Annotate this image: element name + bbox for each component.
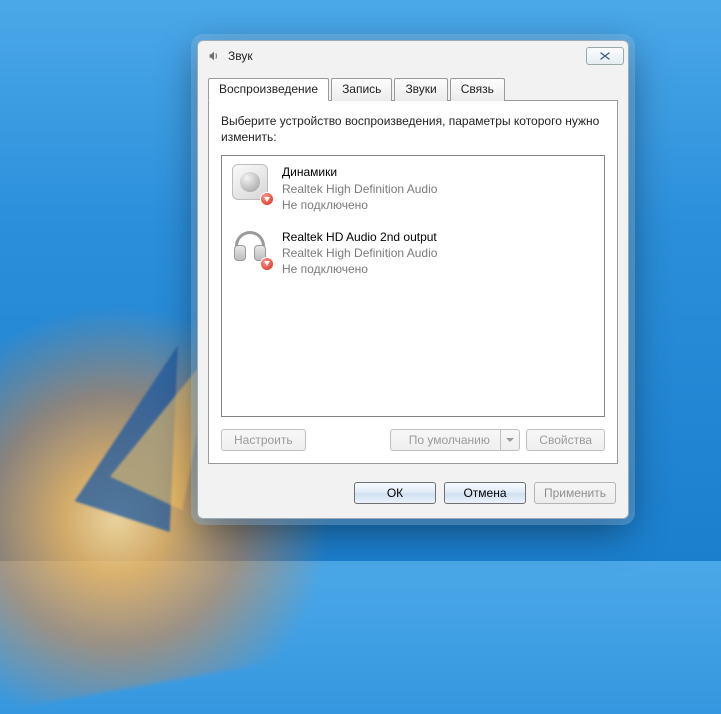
tab-playback[interactable]: Воспроизведение [208,78,329,101]
tab-recording[interactable]: Запись [331,78,392,101]
instruction-text: Выберите устройство воспроизведения, пар… [221,113,605,145]
headphones-icon [232,229,272,269]
sound-icon [206,48,222,64]
configure-button[interactable]: Настроить [221,429,306,451]
device-item-speakers[interactable]: Динамики Realtek High Definition Audio Н… [222,156,604,221]
set-default-button[interactable]: По умолчанию [390,429,520,451]
tab-communications[interactable]: Связь [450,78,505,101]
titlebar[interactable]: Звук [198,41,628,71]
properties-button[interactable]: Свойства [526,429,605,451]
dialog-footer: ОК Отмена Применить [198,474,628,518]
window-title: Звук [228,49,253,63]
device-driver: Realtek High Definition Audio [282,245,437,261]
device-status: Не подключено [282,261,437,277]
device-driver: Realtek High Definition Audio [282,181,437,197]
device-status: Не подключено [282,197,437,213]
playback-panel: Выберите устройство воспроизведения, пар… [208,100,618,464]
close-button[interactable] [586,47,624,65]
device-name: Динамики [282,164,437,180]
tab-strip: Воспроизведение Запись Звуки Связь [198,71,628,100]
apply-button[interactable]: Применить [534,482,616,504]
device-item-headphones[interactable]: Realtek HD Audio 2nd output Realtek High… [222,221,604,286]
device-name: Realtek HD Audio 2nd output [282,229,437,245]
disconnected-badge [260,257,274,271]
device-list[interactable]: Динамики Realtek High Definition Audio Н… [221,155,605,417]
sound-dialog: Звук Воспроизведение Запись Звуки Связь … [197,40,629,519]
cancel-button[interactable]: Отмена [444,482,526,504]
disconnected-badge [260,192,274,206]
chevron-down-icon [506,438,514,442]
panel-button-row: Настроить По умолчанию Свойства [221,429,605,451]
speaker-icon [232,164,272,204]
ok-button[interactable]: ОК [354,482,436,504]
tab-sounds[interactable]: Звуки [394,78,447,101]
